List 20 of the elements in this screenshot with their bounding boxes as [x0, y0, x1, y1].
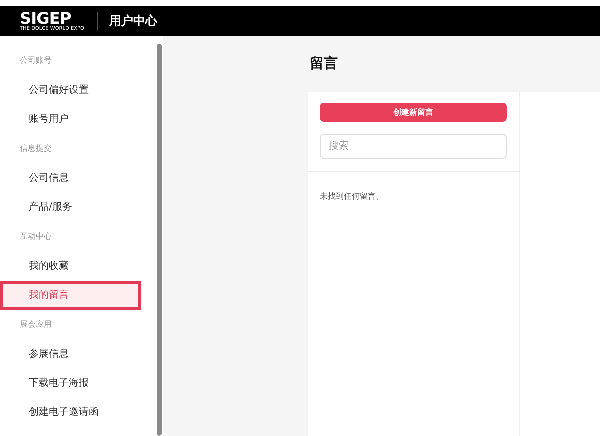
sidebar-item[interactable]: 产品/服务 [0, 193, 157, 222]
empty-message: 未找到任何留言。 [320, 192, 384, 201]
sidebar-group-label: 公司账号 [20, 55, 52, 67]
scrollbar[interactable] [157, 44, 162, 436]
sidebar-item[interactable]: 公司偏好设置 [0, 76, 157, 105]
sidebar-item[interactable]: 创建电子邀请函 [0, 398, 157, 427]
sidebar-group-label: 展会应用 [20, 319, 52, 331]
logo[interactable]: SIGEP [20, 10, 84, 26]
sidebar-item[interactable]: 下载电子海报 [0, 369, 157, 398]
sidebar-item[interactable]: 账号用户 [0, 105, 157, 134]
header-title: 用户中心 [110, 13, 158, 30]
search-field[interactable]: 搜索 [320, 134, 507, 159]
sidebar-item[interactable]: 公司信息 [0, 164, 157, 193]
sidebar-group-label: 信息提交 [20, 143, 52, 155]
sidebar-group-label: 互动中心 [20, 231, 52, 243]
create-message-button[interactable]: 创建新留言 [320, 103, 507, 122]
sidebar-item[interactable]: 我的收藏 [0, 252, 157, 281]
sidebar-item[interactable]: 我的留言 [0, 281, 141, 310]
sidebar-item[interactable]: 参展信息 [0, 340, 157, 369]
page-title: 留言 [310, 54, 338, 74]
